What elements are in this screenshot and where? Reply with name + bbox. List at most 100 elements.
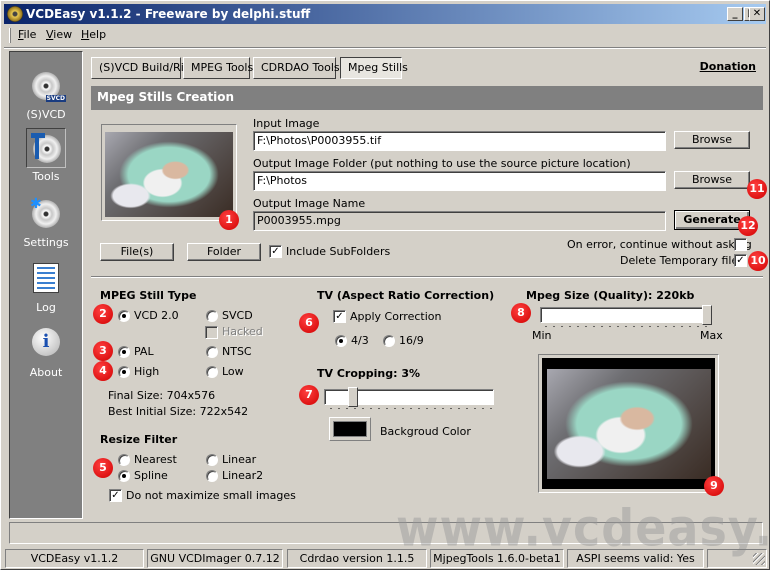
sidebar-item-label: Tools: [32, 170, 60, 183]
output-folder-browse-button[interactable]: Browse: [674, 171, 750, 189]
include-subfolders-label: Include SubFolders: [286, 245, 391, 258]
tab-svcd-build-rip[interactable]: (S)VCD Build/Rip: [91, 57, 191, 79]
section-separator: [91, 276, 763, 278]
include-subfolders-checkbox[interactable]: ✓: [269, 245, 282, 258]
files-button[interactable]: File(s): [100, 243, 174, 261]
delete-temp-checkbox[interactable]: ✓: [734, 254, 747, 267]
status-mjpegtools: MjpegTools 1.6.0-beta1: [430, 549, 564, 568]
mpeg-size-min-label: Min: [532, 329, 552, 342]
menu-help[interactable]: Help: [81, 28, 106, 41]
settings-disc-icon: ✱: [26, 194, 66, 234]
pal-radio[interactable]: [118, 346, 130, 358]
menu-file[interactable]: File: [18, 28, 36, 41]
resize-grip[interactable]: [753, 553, 765, 565]
ntsc-label: NTSC: [222, 345, 252, 358]
no-maximize-label: Do not maximize small images: [126, 489, 296, 502]
spline-label: Spline: [134, 469, 168, 482]
panel-title: Mpeg Stills Creation: [91, 86, 763, 110]
ratio-169-radio[interactable]: [383, 335, 395, 347]
menu-view[interactable]: View: [46, 28, 72, 41]
menu-bar: File View Help: [4, 25, 766, 45]
no-maximize-checkbox[interactable]: ✓: [109, 489, 122, 502]
mpeg-size-slider-track[interactable]: [540, 307, 712, 323]
tools-disc-icon: [26, 128, 66, 168]
folder-button[interactable]: Folder: [187, 243, 261, 261]
tv-aspect-title: TV (Aspect Ratio Correction): [317, 289, 495, 302]
output-name-label: Output Image Name: [253, 197, 366, 210]
output-folder-label: Output Image Folder (put nothing to use …: [253, 157, 631, 170]
sidebar-item-svcd[interactable]: SVCD (S)VCD: [10, 66, 82, 121]
on-error-label: On error, continue without asking: [567, 238, 752, 251]
donation-link[interactable]: Donation: [700, 60, 756, 73]
input-image-label: Input Image: [253, 117, 320, 130]
background-color-button[interactable]: [329, 417, 371, 441]
ntsc-radio[interactable]: [206, 346, 218, 358]
apply-correction-checkbox[interactable]: ✓: [333, 310, 346, 323]
spline-radio[interactable]: [118, 470, 130, 482]
sidebar-item-label: Settings: [23, 236, 69, 249]
mpeg-size-slider-thumb[interactable]: [702, 305, 712, 325]
low-radio[interactable]: [206, 366, 218, 378]
pal-label: PAL: [134, 345, 154, 358]
callout-9: 9: [704, 476, 724, 496]
app-disc-icon: [7, 6, 23, 22]
background-color-label: Backgroud Color: [380, 425, 471, 438]
status-cdrdao: Cdrdao version 1.1.5: [287, 549, 427, 568]
close-icon: ✕: [752, 8, 762, 19]
final-size-text: Final Size: 704x576: [108, 389, 216, 402]
tv-cropping-title: TV Cropping: 3%: [317, 367, 421, 380]
input-browse-button[interactable]: Browse: [674, 131, 750, 149]
callout-4: 4: [93, 361, 113, 381]
callout-1: 1: [219, 210, 239, 230]
svcd-label: SVCD: [222, 309, 253, 322]
callout-8: 8: [511, 303, 531, 323]
hacked-label: Hacked: [222, 325, 263, 338]
sidebar-item-label: Log: [36, 301, 56, 314]
linear-label: Linear: [222, 453, 257, 466]
high-radio[interactable]: [118, 366, 130, 378]
sidebar-item-tools[interactable]: Tools: [10, 128, 82, 183]
vcd20-radio[interactable]: [118, 310, 130, 322]
on-error-checkbox[interactable]: [734, 238, 747, 251]
apply-correction-label: Apply Correction: [350, 310, 442, 323]
callout-5: 5: [93, 458, 113, 478]
ratio-169-label: 16/9: [399, 334, 424, 347]
input-image-field[interactable]: F:\Photos\P0003955.tif: [253, 131, 666, 151]
mpeg-size-ticks: [542, 325, 708, 328]
tab-cdrdao-tools[interactable]: CDRDAO Tools: [253, 57, 340, 79]
hacked-checkbox[interactable]: [205, 326, 218, 339]
nearest-radio[interactable]: [118, 454, 130, 466]
main-window: VCDEasy v1.1.2 - Freeware by delphi.stuf…: [0, 0, 770, 570]
linear-radio[interactable]: [206, 454, 218, 466]
tab-mpeg-stills[interactable]: Mpeg Stills: [340, 57, 408, 79]
callout-11: 11: [747, 179, 767, 199]
sidebar-item-label: About: [29, 366, 63, 379]
mpeg-size-title: Mpeg Size (Quality): 220kb: [526, 289, 695, 302]
tv-cropping-slider-thumb[interactable]: [348, 387, 358, 407]
sidebar-item-about[interactable]: i About: [10, 324, 82, 379]
output-preview-frame: [538, 354, 719, 493]
linear2-radio[interactable]: [206, 470, 218, 482]
minimize-icon: _: [732, 8, 738, 19]
log-document-icon: [26, 259, 66, 299]
sidebar-item-log[interactable]: Log: [10, 259, 82, 314]
ratio-43-radio[interactable]: [335, 335, 347, 347]
resize-filter-title: Resize Filter: [100, 433, 178, 446]
menu-grip: [9, 28, 11, 43]
sidebar-item-settings[interactable]: ✱ Settings: [10, 194, 82, 249]
sidebar: SVCD (S)VCD Tools ✱ Settings Log i About: [9, 51, 83, 519]
best-initial-size-text: Best Initial Size: 722x542: [108, 405, 249, 418]
title-bar[interactable]: VCDEasy v1.1.2 - Freeware by delphi.stuf…: [4, 4, 766, 24]
svcd-radio[interactable]: [206, 310, 218, 322]
status-version: VCDEasy v1.1.2: [5, 549, 144, 568]
tab-mpeg-tools[interactable]: MPEG Tools: [183, 57, 253, 79]
minimize-button[interactable]: _: [727, 7, 743, 21]
output-name-field[interactable]: P0003955.mpg: [253, 211, 666, 231]
menu-separator: [4, 47, 766, 49]
output-folder-field[interactable]: F:\Photos: [253, 171, 666, 191]
close-button[interactable]: ✕: [749, 7, 765, 21]
nearest-label: Nearest: [134, 453, 177, 466]
high-label: High: [134, 365, 160, 378]
status-vcdimager: GNU VCDImager 0.7.12: [147, 549, 283, 568]
callout-3: 3: [93, 341, 113, 361]
